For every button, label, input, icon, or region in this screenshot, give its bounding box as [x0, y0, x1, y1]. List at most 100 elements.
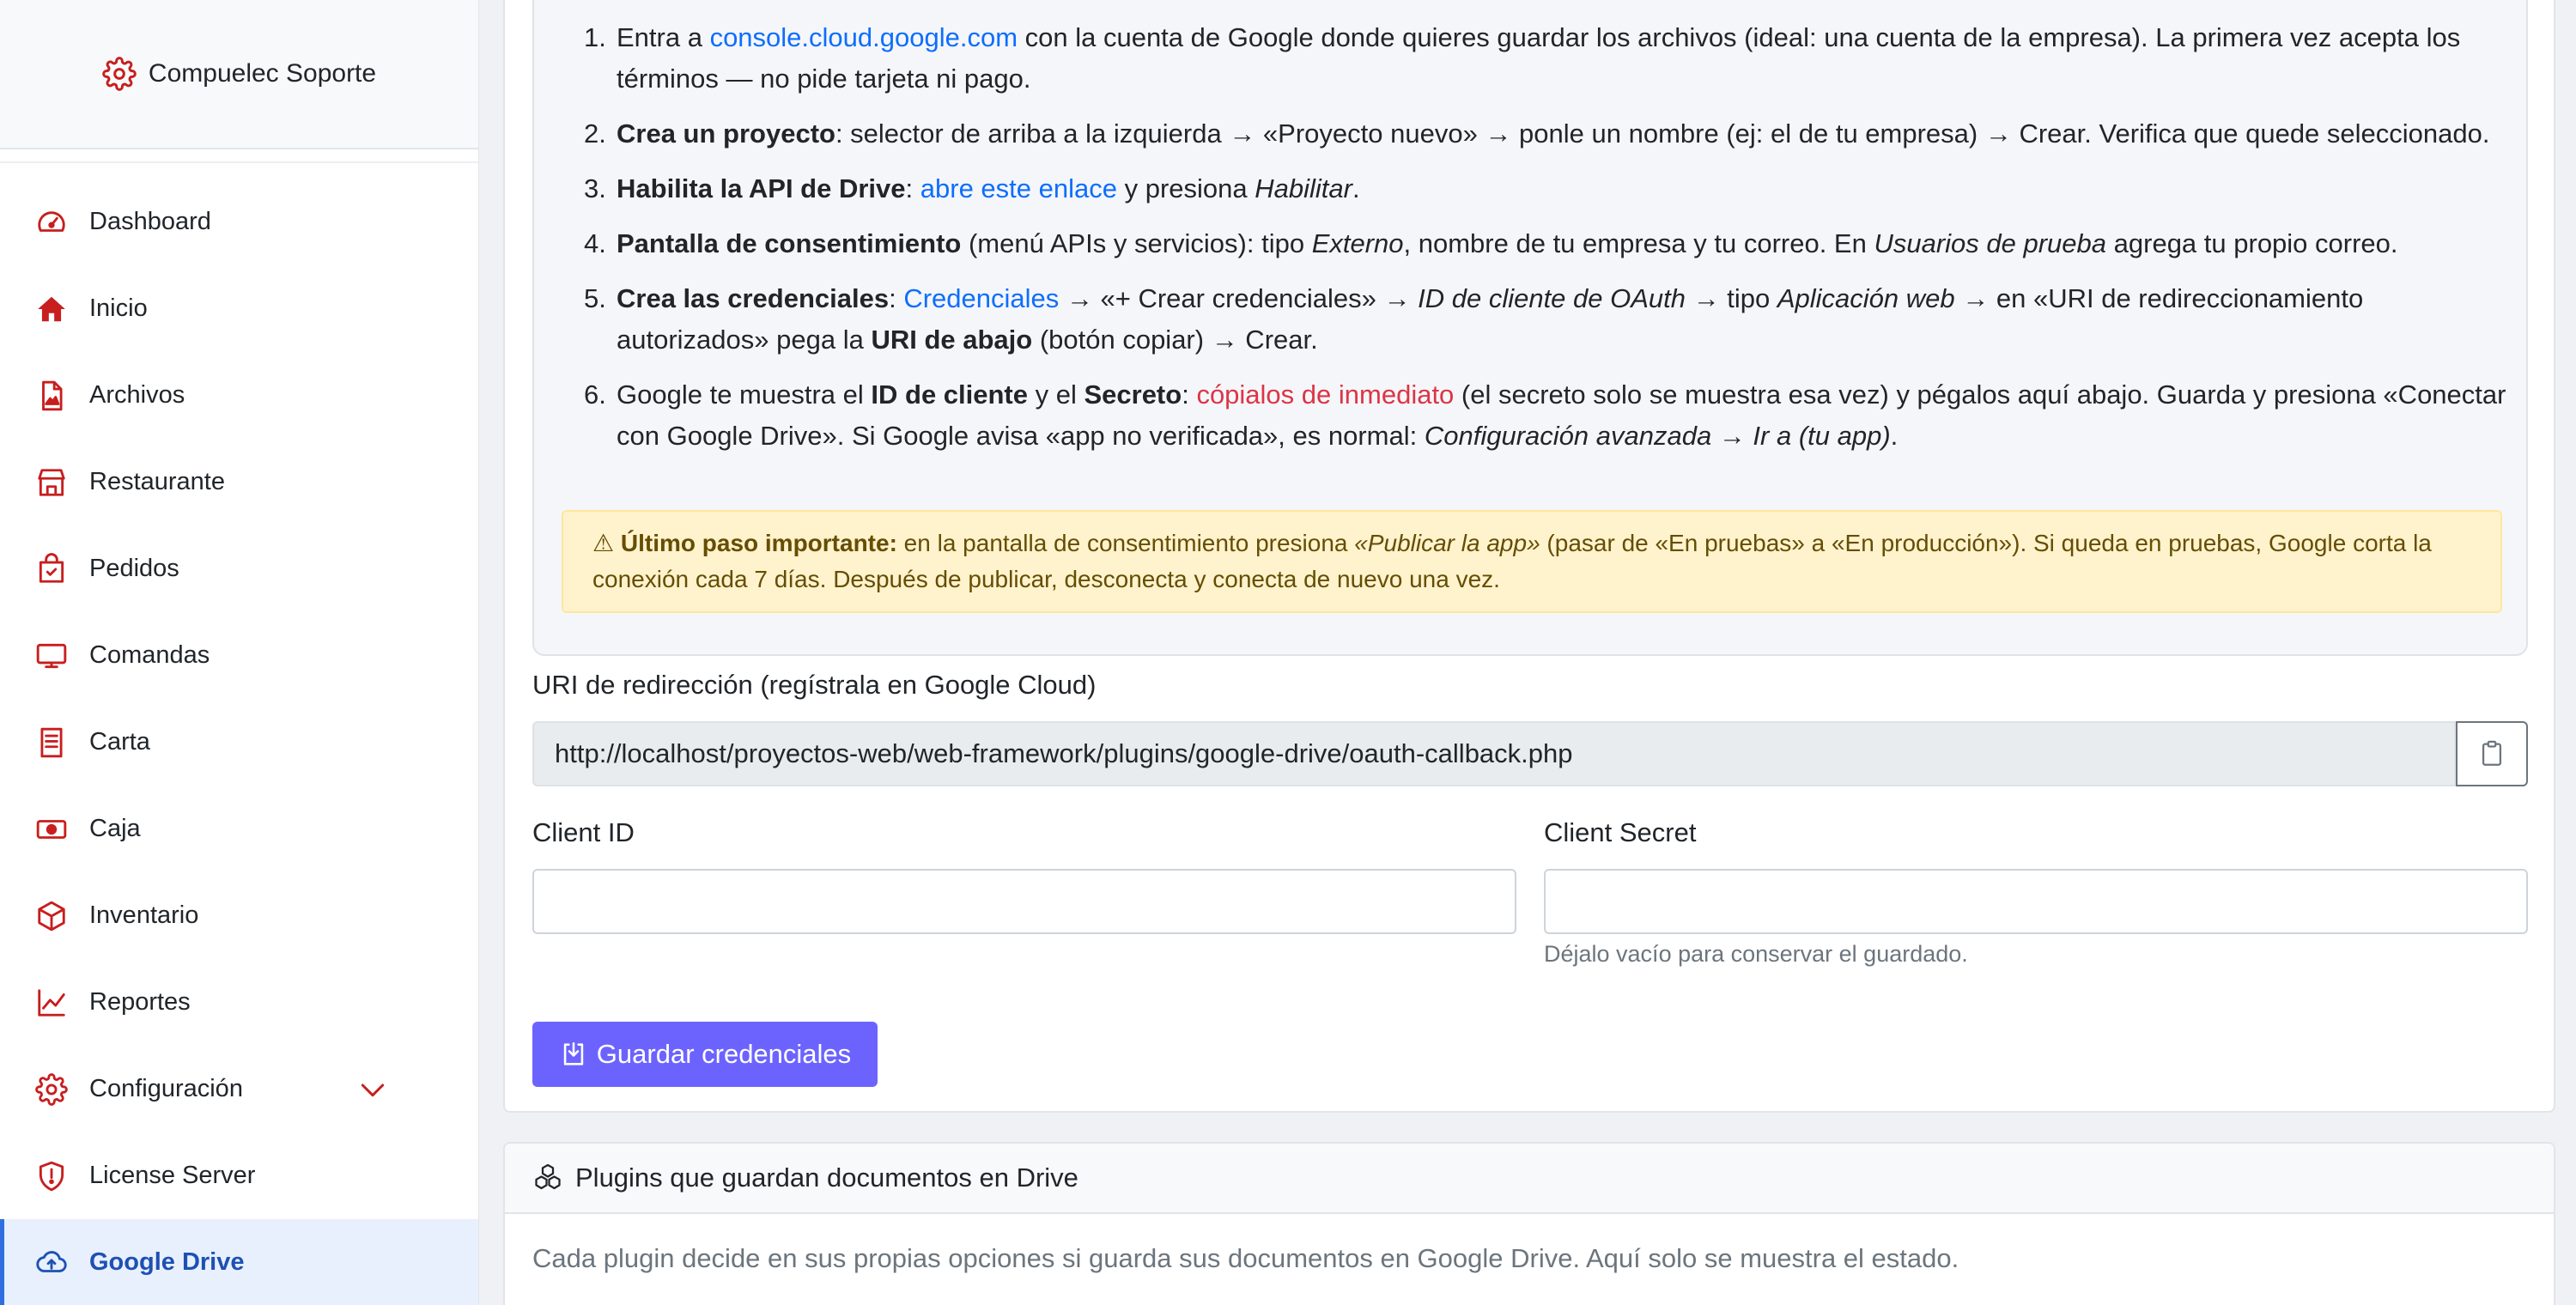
step-1: 1. Entra a console.cloud.google.com con …: [534, 17, 2509, 100]
save-credentials-button[interactable]: Guardar credenciales: [532, 1022, 878, 1087]
sidebar-item-label: Comandas: [89, 641, 210, 669]
step-text: Entra a: [617, 22, 710, 52]
instructions-list: 1. Entra a console.cloud.google.com con …: [534, 17, 2509, 470]
step-title: Pantalla de consentimiento: [617, 228, 962, 258]
copy-uri-button[interactable]: [2456, 721, 2528, 786]
step-number: 2.: [584, 118, 606, 149]
enable-api-link[interactable]: abre este enlace: [920, 173, 1117, 203]
sidebar-item-label: Inventario: [89, 901, 199, 929]
step-text: :: [1182, 379, 1197, 410]
redirect-uri-input[interactable]: [532, 721, 2456, 786]
brand[interactable]: Compuelec Soporte: [0, 0, 478, 149]
download-icon: [559, 1040, 588, 1069]
sidebar-item-inventario[interactable]: Inventario: [0, 872, 478, 959]
client-secret-help: Déjalo vacío para conservar el guardado.: [1544, 941, 1968, 967]
graph-icon: [34, 986, 69, 1020]
chevron-down-icon[interactable]: [355, 1072, 390, 1107]
sidebar-item-google-drive[interactable]: Google Drive: [0, 1219, 478, 1305]
step-text: :: [889, 283, 904, 313]
step-text: : selector de arriba a la izquierda → «P…: [835, 118, 2490, 149]
step-text: y el: [1028, 379, 1084, 410]
sidebar-item-reportes[interactable]: Reportes: [0, 959, 478, 1046]
step-text: → tipo: [1686, 283, 1777, 313]
step-text: :: [905, 173, 920, 203]
alert-title: Último paso importante:: [620, 530, 897, 556]
sidebar-item-restaurante[interactable]: Restaurante: [0, 439, 478, 525]
clipboard-icon: [2477, 739, 2506, 768]
step-strong: ID de cliente: [871, 379, 1028, 410]
plugins-card-header: Plugins que guardan documentos en Drive: [505, 1144, 2554, 1214]
sidebar-item-archivos[interactable]: Archivos: [0, 352, 478, 439]
step-strong: URI de abajo: [871, 325, 1033, 355]
step-emphasis: Usuarios de prueba: [1874, 228, 2107, 258]
step-number: 3.: [584, 173, 606, 203]
step-number: 4.: [584, 228, 606, 258]
step-title: Habilita la API de Drive: [617, 173, 906, 203]
step-text: → «+ Crear credenciales» →: [1059, 283, 1419, 313]
gear-icon: [102, 57, 137, 91]
shield-icon: [34, 1159, 69, 1193]
divider: [0, 149, 478, 163]
step-text: , nombre de tu empresa y tu correo. En: [1403, 228, 1874, 258]
instructions-box: 1. Entra a console.cloud.google.com con …: [532, 0, 2528, 656]
step-title: Crea un proyecto: [617, 118, 835, 149]
client-secret-input[interactable]: [1544, 869, 2528, 934]
sidebar-item-label: Google Drive: [89, 1248, 245, 1276]
warning-alert: ⚠ Último paso importante: en la pantalla…: [562, 510, 2502, 613]
sidebar-item-label: Inicio: [89, 294, 148, 322]
sidebar-nav: Dashboard Inicio Archivos Restaurante Pe…: [0, 163, 478, 1305]
sidebar: Compuelec Soporte Dashboard Inicio Archi…: [0, 0, 479, 1305]
sidebar-item-label: Configuración: [89, 1075, 243, 1102]
sidebar-item-configuracion[interactable]: Configuración: [0, 1046, 478, 1132]
sidebar-item-label: License Server: [89, 1162, 256, 1189]
gear-icon: [34, 1072, 69, 1107]
speedometer-icon: [34, 205, 69, 240]
plugins-card-title: Plugins que guardan documentos en Drive: [575, 1162, 1078, 1193]
sidebar-item-label: Pedidos: [89, 555, 179, 582]
plugins-card-body: Cada plugin decide en sus propias opcion…: [532, 1243, 1959, 1273]
step-warning-text: cópialos de inmediato: [1196, 379, 1455, 410]
menu-card-icon: [34, 725, 69, 760]
cloud-upload-icon: [34, 1246, 69, 1280]
sidebar-item-carta[interactable]: Carta: [0, 699, 478, 786]
sidebar-item-license-server[interactable]: License Server: [0, 1132, 478, 1219]
brand-name: Compuelec Soporte: [148, 59, 377, 88]
sidebar-item-inicio[interactable]: Inicio: [0, 265, 478, 352]
step-2: 2. Crea un proyecto: selector de arriba …: [534, 113, 2509, 155]
save-label: Guardar credenciales: [596, 1039, 852, 1069]
sidebar-item-label: Caja: [89, 815, 141, 842]
sidebar-item-label: Dashboard: [89, 208, 211, 235]
sidebar-item-label: Archivos: [89, 381, 185, 409]
step-title: Crea las credenciales: [617, 283, 890, 313]
step-strong: Secreto: [1084, 379, 1182, 410]
step-3: 3. Habilita la API de Drive: abre este e…: [534, 168, 2509, 209]
sidebar-item-label: Carta: [89, 728, 150, 756]
boxes-icon: [532, 1162, 563, 1193]
box-icon: [34, 899, 69, 933]
step-text: .: [1890, 421, 1899, 451]
shop-icon: [34, 465, 69, 500]
sidebar-item-pedidos[interactable]: Pedidos: [0, 525, 478, 612]
sidebar-item-label: Reportes: [89, 988, 191, 1016]
warning-icon: ⚠: [592, 530, 615, 556]
sidebar-item-label: Restaurante: [89, 468, 225, 495]
step-text: Google te muestra el: [617, 379, 872, 410]
cash-icon: [34, 812, 69, 847]
sidebar-item-comandas[interactable]: Comandas: [0, 612, 478, 699]
sidebar-item-dashboard[interactable]: Dashboard: [0, 179, 478, 265]
sidebar-item-caja[interactable]: Caja: [0, 786, 478, 872]
plugins-card: Plugins que guardan documentos en Drive …: [503, 1142, 2555, 1305]
bag-check-icon: [34, 552, 69, 586]
main-content: 1. Entra a console.cloud.google.com con …: [503, 0, 2555, 1305]
client-secret-label: Client Secret: [1544, 817, 1697, 847]
credentials-link[interactable]: Credenciales: [903, 283, 1059, 313]
display-icon: [34, 639, 69, 673]
console-link[interactable]: console.cloud.google.com: [710, 22, 1018, 52]
file-image-icon: [34, 379, 69, 413]
step-5: 5. Crea las credenciales: Credenciales →…: [534, 278, 2509, 361]
client-id-input[interactable]: [532, 869, 1516, 934]
step-emphasis: Configuración avanzada → Ir a (tu app): [1424, 421, 1891, 451]
step-text: agrega tu propio correo.: [2106, 228, 2398, 258]
step-text: y presiona: [1116, 173, 1255, 203]
step-emphasis: Externo: [1311, 228, 1404, 258]
